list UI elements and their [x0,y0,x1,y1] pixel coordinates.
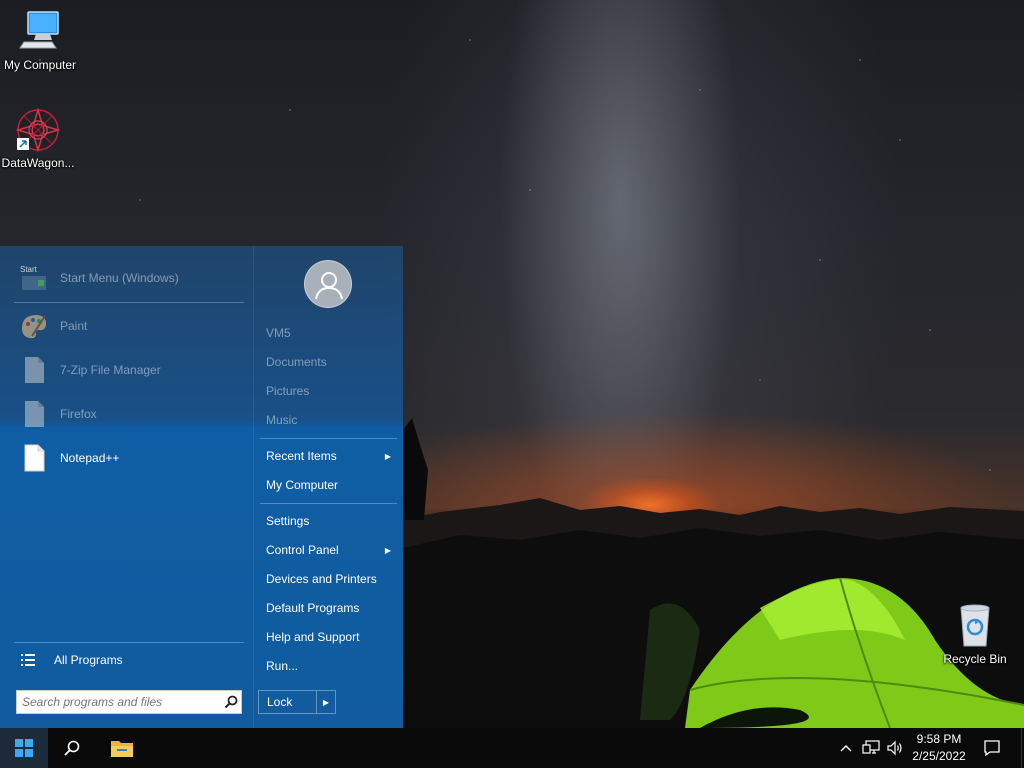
clock-time: 9:58 PM [916,732,962,746]
tray-chevron-button[interactable] [836,728,856,768]
search-input[interactable] [17,691,221,713]
computer-icon [16,8,64,56]
taskbar: 9:58 PM 2/25/2022 [0,728,1024,768]
menu-item-help-and-support[interactable]: Help and Support [260,624,397,650]
menu-item-pictures[interactable]: Pictures [260,378,397,404]
program-paint[interactable]: Paint [12,306,244,346]
file-icon [18,442,50,474]
taskbar-search-button[interactable] [48,728,96,768]
desktop-icon-recycle-bin[interactable]: Recycle Bin [935,602,1015,666]
show-desktop-divider [1020,728,1022,768]
paint-palette-icon [18,310,50,342]
notifications-button[interactable] [980,728,1004,768]
menu-item-default-programs[interactable]: Default Programs [260,595,397,621]
start-button[interactable] [0,728,48,768]
menu-item-control-panel[interactable]: Control Panel ▶ [260,537,397,563]
menu-item-my-computer[interactable]: My Computer [260,472,397,498]
start-menu-programs-pane: Start Start Menu (Windows) Paint 7-Zip F… [0,246,254,728]
triangle-right-icon: ▶ [384,451,391,461]
start-menu: Start Start Menu (Windows) Paint 7-Zip F… [0,246,403,728]
menu-item-run[interactable]: Run... [260,653,397,679]
tray-volume-button[interactable] [884,728,906,768]
desktop-icon-datawagon[interactable]: DataWagon... [0,106,78,170]
program-firefox[interactable]: Firefox [12,394,244,434]
menu-item-devices-and-printers[interactable]: Devices and Printers [260,566,397,592]
taskbar-clock[interactable]: 9:58 PM 2/25/2022 [904,731,974,765]
user-avatar-icon[interactable] [304,260,352,308]
menu-item-vm5[interactable]: VM5 [260,320,397,346]
menu-item-recent-items[interactable]: Recent Items ▶ [260,443,397,469]
tray-network-button[interactable] [860,728,882,768]
clock-date: 2/25/2022 [912,749,966,763]
show-desktop-button[interactable] [1018,728,1024,768]
network-icon [862,740,880,756]
file-icon [18,398,50,430]
places-divider-2 [260,503,397,504]
menu-item-music[interactable]: Music [260,407,397,433]
search-icon [63,739,81,757]
desktop-icon-my-computer[interactable]: My Computer [0,8,80,72]
start-menu-app-icon: Start [18,262,50,294]
search-box[interactable] [16,690,242,714]
file-explorer-folder-icon [110,738,134,758]
lock-button[interactable]: Lock ▶ [258,690,336,714]
menu-item-settings[interactable]: Settings [260,508,397,534]
places-divider-1 [260,438,397,439]
all-programs-divider [14,642,244,643]
recycle-bin-icon [951,602,999,650]
windows-logo-icon [15,739,33,757]
chevron-up-icon [840,744,852,752]
program-notepad-plus-plus[interactable]: Notepad++ [12,438,244,478]
notification-icon [983,739,1001,757]
triangle-right-icon[interactable]: ▶ [316,691,335,713]
program-7zip[interactable]: 7-Zip File Manager [12,350,244,390]
file-icon [18,354,50,386]
svg-text:Start: Start [20,265,38,274]
list-icon [20,652,36,668]
all-programs-button[interactable]: All Programs [12,646,244,674]
menu-item-documents[interactable]: Documents [260,349,397,375]
taskbar-file-explorer-button[interactable] [98,728,146,768]
speaker-icon [886,740,904,756]
programs-divider [14,302,244,303]
triangle-right-icon: ▶ [384,545,391,555]
program-start-menu-windows[interactable]: Start Start Menu (Windows) [12,258,244,298]
search-icon[interactable] [221,692,241,712]
datawagon-icon [14,106,62,154]
start-menu-places-pane: VM5 Documents Pictures Music Recent Item… [254,246,403,728]
